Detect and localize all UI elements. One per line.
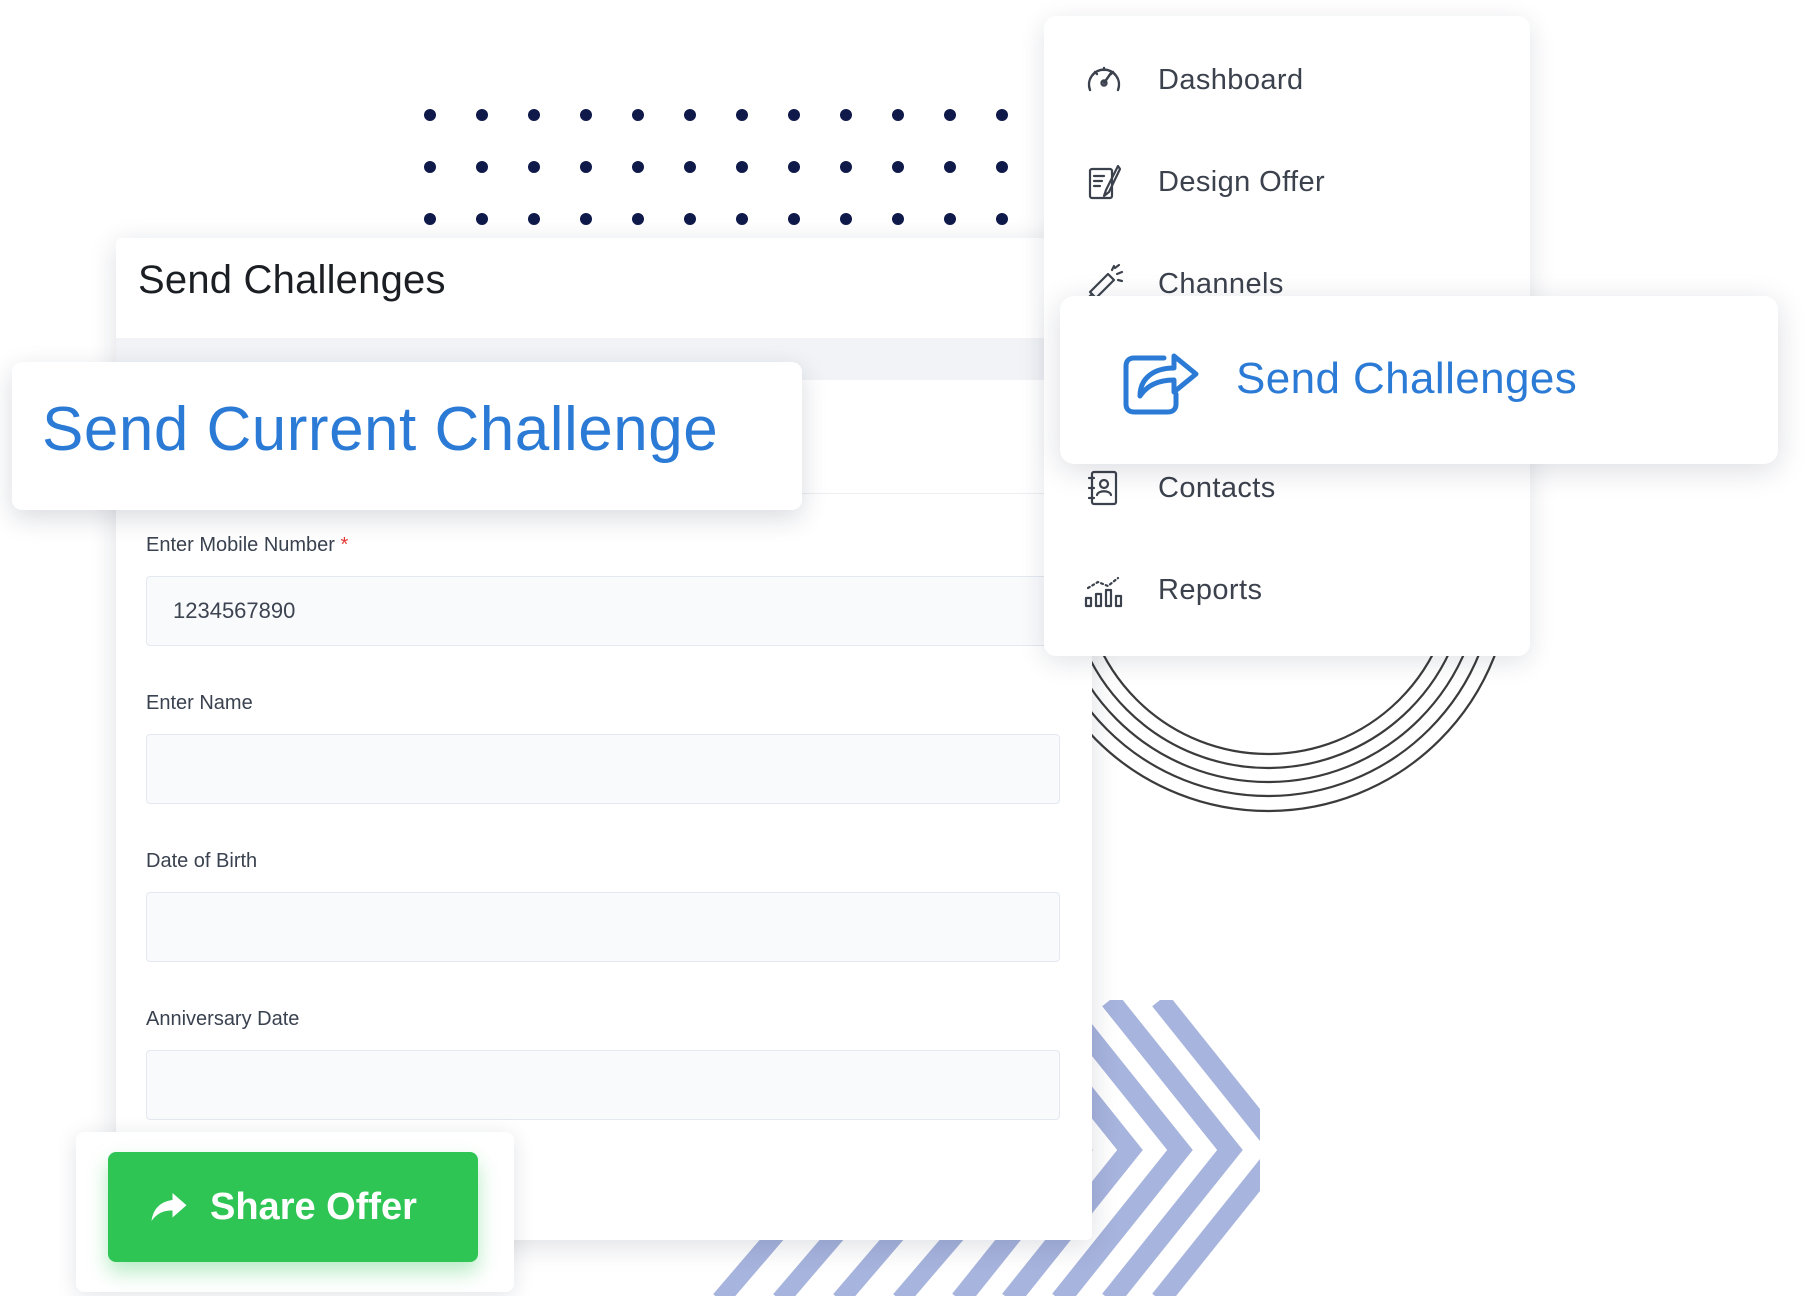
decoration-dot (476, 109, 488, 121)
decoration-dot (892, 161, 904, 173)
decoration-dot (528, 213, 540, 225)
decoration-dot (684, 161, 696, 173)
date-of-birth-label: Date of Birth (146, 850, 258, 872)
decoration-dot (528, 109, 540, 121)
required-marker: * (340, 534, 349, 556)
send-current-challenge-banner: Send Current Challenge (12, 362, 802, 510)
mobile-number-label: Enter Mobile Number * (146, 534, 348, 557)
sidebar-item-design-offer[interactable]: Design Offer (1080, 152, 1500, 212)
bar-chart-icon (1080, 566, 1128, 614)
sidebar-item-label: Dashboard (1158, 63, 1304, 96)
decoration-dot (736, 161, 748, 173)
design-pencil-icon (1080, 158, 1128, 206)
decoration-dot (944, 213, 956, 225)
decoration-dot (996, 213, 1008, 225)
contact-book-icon (1080, 464, 1128, 512)
mobile-number-label-text: Enter Mobile Number (146, 534, 335, 556)
decoration-dot (840, 213, 852, 225)
decoration-dot (632, 161, 644, 173)
decoration-dot (528, 161, 540, 173)
decoration-dot (788, 109, 800, 121)
name-label: Enter Name (146, 692, 253, 714)
sidebar-item-label: Reports (1158, 573, 1263, 606)
decoration-dot (632, 213, 644, 225)
decoration-dot (632, 109, 644, 121)
name-input[interactable] (146, 734, 1060, 804)
decoration-dot (892, 213, 904, 225)
decoration-dot (424, 213, 436, 225)
sidebar-item-dashboard[interactable]: Dashboard (1080, 50, 1500, 110)
share-offer-panel: Share Offer (76, 1132, 514, 1292)
decoration-dot (892, 109, 904, 121)
decoration-dot (736, 109, 748, 121)
share-box-icon (1120, 344, 1200, 416)
share-offer-button[interactable]: Share Offer (108, 1152, 478, 1262)
sidebar-item-label: Contacts (1158, 471, 1276, 504)
date-of-birth-input[interactable] (146, 892, 1060, 962)
decoration-dot (788, 213, 800, 225)
share-arrow-icon (151, 1193, 187, 1221)
speedometer-icon (1080, 56, 1128, 104)
decoration-dot (580, 109, 592, 121)
decoration-dot (580, 213, 592, 225)
decoration-dot (736, 213, 748, 225)
sidebar-item-label: Send Challenges (1236, 354, 1578, 403)
decoration-dot (944, 109, 956, 121)
sidebar-item-contacts[interactable]: Contacts (1080, 458, 1500, 518)
share-offer-label: Share Offer (210, 1185, 417, 1228)
decoration-dot (424, 109, 436, 121)
send-current-challenge-title: Send Current Challenge (42, 395, 719, 464)
sidebar-item-label: Design Offer (1158, 165, 1326, 198)
decoration-dot (476, 213, 488, 225)
decoration-dot (996, 109, 1008, 121)
anniversary-date-label: Anniversary Date (146, 1008, 300, 1030)
page-title: Send Challenges (138, 258, 446, 302)
decoration-dot (684, 109, 696, 121)
anniversary-date-input[interactable] (146, 1050, 1060, 1120)
sidebar-item-reports[interactable]: Reports (1080, 560, 1500, 620)
decoration-dot (580, 161, 592, 173)
mobile-number-input[interactable] (146, 576, 1060, 646)
decoration-dot (996, 161, 1008, 173)
decoration-dot (840, 161, 852, 173)
decoration-dot (788, 161, 800, 173)
dot-grid-decoration (424, 109, 1060, 225)
decoration-dot (944, 161, 956, 173)
sidebar-item-send-challenges-active[interactable]: Send Challenges (1060, 296, 1778, 464)
decoration-dot (424, 161, 436, 173)
decoration-dot (476, 161, 488, 173)
decoration-dot (840, 109, 852, 121)
decoration-dot (684, 213, 696, 225)
